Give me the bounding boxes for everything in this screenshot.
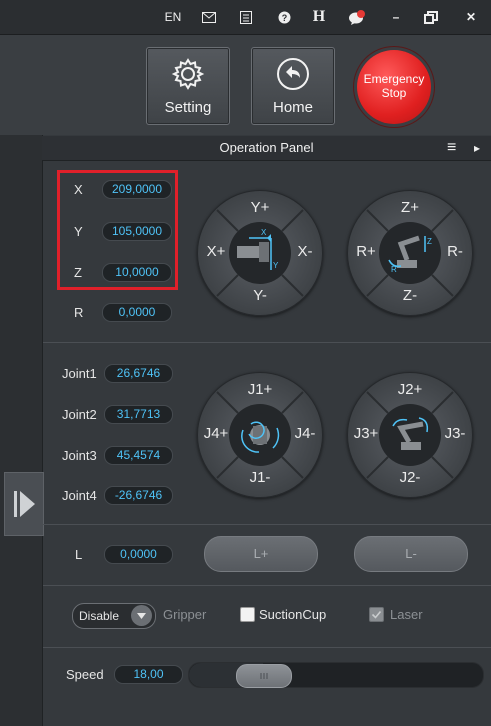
j4-plus-button[interactable]: J4+ — [199, 425, 233, 442]
z-label: Z — [74, 265, 82, 280]
z-plus-button[interactable]: Z+ — [393, 199, 427, 216]
j4-minus-button[interactable]: J4- — [288, 425, 322, 442]
j3-plus-button[interactable]: J3+ — [349, 425, 383, 442]
y-plus-button[interactable]: Y+ — [243, 199, 277, 216]
j2-minus-button[interactable]: J2- — [393, 469, 427, 486]
suction-cup-label: SuctionCup — [259, 607, 327, 622]
notes-icon[interactable] — [236, 8, 256, 26]
joint1-value: 26,6746 — [104, 364, 173, 383]
zr-jog-dial: ZR Z+ Z- R+ R- — [347, 190, 473, 316]
setting-label: Setting — [164, 99, 212, 116]
joint1-label: Joint1 — [62, 366, 97, 381]
x-label: X — [74, 182, 83, 197]
panel-title-bar: Operation Panel ≡ ▸ — [42, 136, 491, 161]
j1-j4-jog-dial: J1+ J1- J4+ J4- — [197, 372, 323, 498]
svg-text:X: X — [261, 228, 267, 237]
left-sidebar — [0, 135, 43, 726]
j1-plus-button[interactable]: J1+ — [243, 381, 277, 398]
y-label: Y — [74, 224, 83, 239]
j3-minus-button[interactable]: J3- — [438, 425, 472, 442]
h-button[interactable]: H — [308, 8, 330, 26]
speed-label: Speed — [66, 667, 104, 682]
back-arrow-icon — [277, 58, 309, 90]
gripper-label: Gripper — [163, 607, 207, 622]
speed-slider[interactable] — [188, 662, 484, 688]
estop-label-line2: Stop — [381, 86, 407, 100]
z-value: 10,0000 — [102, 263, 172, 282]
joint4-label: Joint4 — [62, 488, 97, 503]
l-value: 0,0000 — [104, 545, 173, 564]
help-icon[interactable]: ? — [274, 8, 294, 26]
restore-icon[interactable] — [422, 8, 440, 26]
x-plus-button[interactable]: X+ — [199, 243, 233, 260]
mail-icon[interactable] — [199, 8, 219, 26]
r-value: 0,0000 — [102, 303, 172, 322]
arrow-right-icon[interactable]: ▸ — [474, 136, 480, 160]
svg-text:Y: Y — [273, 261, 279, 270]
y-value: 105,0000 — [102, 222, 172, 241]
r-label: R — [74, 305, 84, 320]
home-label: Home — [272, 99, 313, 116]
l-minus-button[interactable]: L- — [354, 536, 468, 572]
divider — [43, 647, 491, 648]
chevron-down-icon — [131, 605, 152, 626]
svg-text:Z: Z — [427, 237, 432, 246]
speed-value: 18,00 — [114, 665, 183, 684]
joint4-value: -26,6746 — [104, 486, 173, 505]
xy-jog-dial: XY Y+ Y- X+ X- — [197, 190, 323, 316]
divider — [43, 342, 491, 343]
l-label: L — [75, 547, 83, 562]
joint3-value: 45,4574 — [104, 446, 173, 465]
svg-text:?: ? — [281, 13, 287, 23]
divider — [43, 524, 491, 525]
z-minus-button[interactable]: Z- — [393, 287, 427, 304]
r-minus-button[interactable]: R- — [438, 243, 472, 260]
j1-minus-button[interactable]: J1- — [243, 469, 277, 486]
menu-icon[interactable]: ≡ — [447, 136, 456, 160]
select-value: Disable — [79, 609, 120, 623]
suction-cup-checkbox[interactable] — [240, 607, 255, 622]
divider — [43, 585, 491, 586]
setting-button[interactable]: Setting — [146, 47, 230, 125]
svg-text:R: R — [391, 265, 397, 274]
zr-robot-icon: ZR — [379, 222, 441, 284]
language-button[interactable]: EN — [160, 8, 186, 26]
laser-label: Laser — [390, 607, 423, 622]
close-button[interactable]: ✕ — [463, 8, 479, 26]
expand-sidebar-button[interactable] — [4, 472, 44, 536]
title-bar: EN ? H – ✕ — [0, 0, 491, 35]
chat-icon[interactable] — [346, 8, 368, 26]
gear-icon — [171, 58, 205, 90]
play-arrow-icon — [14, 491, 35, 517]
r-plus-button[interactable]: R+ — [349, 243, 383, 260]
emergency-stop-button[interactable]: Emergency Stop — [357, 50, 431, 124]
x-value: 209,0000 — [102, 180, 172, 199]
joint2-value: 31,7713 — [104, 405, 173, 424]
laser-checkbox[interactable] — [369, 607, 384, 622]
estop-label-line1: Emergency — [363, 72, 425, 86]
joint2-label: Joint2 — [62, 407, 97, 422]
y-minus-button[interactable]: Y- — [243, 287, 277, 304]
joint3-label: Joint3 — [62, 448, 97, 463]
j2-j3-robot-icon — [379, 404, 441, 466]
j2-j3-jog-dial: J2+ J2- J3+ J3- — [347, 372, 473, 498]
j1-j4-robot-icon — [229, 404, 291, 466]
x-minus-button[interactable]: X- — [288, 243, 322, 260]
j2-plus-button[interactable]: J2+ — [393, 381, 427, 398]
panel-title: Operation Panel — [219, 140, 314, 155]
end-effector-select[interactable]: Disable — [72, 603, 156, 629]
l-plus-button[interactable]: L+ — [204, 536, 318, 572]
xy-robot-icon: XY — [229, 222, 291, 284]
home-button[interactable]: Home — [251, 47, 335, 125]
minimize-button[interactable]: – — [388, 8, 404, 26]
speed-slider-thumb[interactable] — [236, 664, 292, 688]
